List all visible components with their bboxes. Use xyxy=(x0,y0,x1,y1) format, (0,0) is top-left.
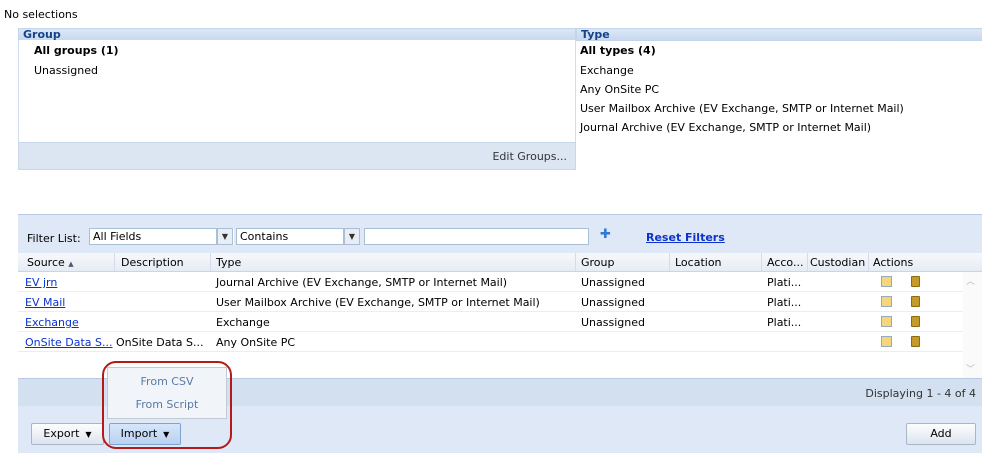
type-list: All types (4) Exchange Any OnSite PC Use… xyxy=(576,40,982,150)
column-type[interactable]: Type xyxy=(216,256,241,269)
source-link[interactable]: EV jrn xyxy=(25,276,57,289)
column-account[interactable]: Acco... xyxy=(767,256,803,269)
add-button[interactable]: Add xyxy=(906,423,976,445)
row-account: Plati... xyxy=(767,316,802,329)
export-button[interactable]: Export ▼ xyxy=(31,423,104,445)
scroll-down-icon[interactable]: ﹀ xyxy=(966,362,975,375)
source-link[interactable]: EV Mail xyxy=(25,296,65,309)
filter-field-value: All Fields xyxy=(93,230,142,243)
chevron-down-icon: ▼ xyxy=(344,229,359,244)
column-source[interactable]: Source ▲ xyxy=(27,256,74,269)
column-group[interactable]: Group xyxy=(581,256,615,269)
row-group: Unassigned xyxy=(581,316,645,329)
row-account: Plati... xyxy=(767,276,802,289)
chevron-down-icon: ▼ xyxy=(217,229,232,244)
source-link[interactable]: Exchange xyxy=(25,316,79,329)
paging-status: Displaying 1 - 4 of 4 xyxy=(865,387,976,400)
row-group: Unassigned xyxy=(581,276,645,289)
group-item-unassigned[interactable]: Unassigned xyxy=(34,64,98,77)
grid-scrollbar[interactable]: ︿ ﹀ xyxy=(963,272,982,378)
row-type: User Mailbox Archive (EV Exchange, SMTP … xyxy=(216,296,540,309)
filter-row: Filter List: All Fields ▼ Contains ▼ ✚ R… xyxy=(18,215,982,251)
filter-operator-dropdown[interactable]: ▼ xyxy=(344,228,360,245)
export-label: Export xyxy=(43,427,80,440)
trash-icon[interactable] xyxy=(911,276,920,287)
filter-text-input[interactable] xyxy=(364,228,589,245)
scroll-up-icon[interactable]: ︿ xyxy=(966,274,975,287)
table-row[interactable]: OnSite Data S... OnSite Data S... Any On… xyxy=(18,332,963,352)
type-item-exchange[interactable]: Exchange xyxy=(580,64,634,77)
column-custodian[interactable]: Custodian xyxy=(810,256,865,269)
group-panel-footer: Edit Groups... xyxy=(18,142,576,170)
row-type: Journal Archive (EV Exchange, SMTP or In… xyxy=(216,276,508,289)
grid-column-header: Source ▲ Description Type Group Location… xyxy=(18,253,982,272)
column-actions: Actions xyxy=(873,256,914,269)
row-description: OnSite Data S... xyxy=(116,336,204,349)
filter-label: Filter List: xyxy=(27,232,81,245)
filter-field-select[interactable]: All Fields xyxy=(89,228,217,245)
filter-field-dropdown[interactable]: ▼ xyxy=(217,228,233,245)
type-item-journal[interactable]: Journal Archive (EV Exchange, SMTP or In… xyxy=(580,121,871,134)
reset-filters-link[interactable]: Reset Filters xyxy=(646,231,725,244)
row-account: Plati... xyxy=(767,296,802,309)
column-description[interactable]: Description xyxy=(121,256,184,269)
edit-icon[interactable] xyxy=(881,296,892,307)
column-source-label: Source xyxy=(27,256,65,269)
trash-icon[interactable] xyxy=(911,336,920,347)
group-item-all[interactable]: All groups (1) xyxy=(34,44,119,57)
trash-icon[interactable] xyxy=(911,296,920,307)
sort-ascending-icon: ▲ xyxy=(68,260,74,268)
add-filter-icon[interactable]: ✚ xyxy=(600,228,612,241)
group-list: All groups (1) Unassigned xyxy=(18,40,576,142)
type-item-onsite-pc[interactable]: Any OnSite PC xyxy=(580,83,659,96)
column-location[interactable]: Location xyxy=(675,256,722,269)
table-row[interactable]: EV jrn Journal Archive (EV Exchange, SMT… xyxy=(18,272,963,292)
annotation-highlight xyxy=(102,361,232,449)
row-type: Any OnSite PC xyxy=(216,336,296,349)
type-item-user-mailbox[interactable]: User Mailbox Archive (EV Exchange, SMTP … xyxy=(580,102,904,115)
table-row[interactable]: Exchange Exchange Unassigned Plati... xyxy=(18,312,963,332)
type-item-all[interactable]: All types (4) xyxy=(580,44,656,57)
edit-icon[interactable] xyxy=(881,276,892,287)
filter-operator-value: Contains xyxy=(240,230,289,243)
filter-operator-select[interactable]: Contains xyxy=(236,228,344,245)
chevron-down-icon: ▼ xyxy=(85,430,92,439)
row-group: Unassigned xyxy=(581,296,645,309)
selection-status: No selections xyxy=(4,8,78,21)
edit-icon[interactable] xyxy=(881,316,892,327)
row-type: Exchange xyxy=(216,316,270,329)
source-link[interactable]: OnSite Data S... xyxy=(25,336,112,349)
edit-icon[interactable] xyxy=(881,336,892,347)
table-row[interactable]: EV Mail User Mailbox Archive (EV Exchang… xyxy=(18,292,963,312)
edit-groups-button[interactable]: Edit Groups... xyxy=(492,150,567,163)
trash-icon[interactable] xyxy=(911,316,920,327)
